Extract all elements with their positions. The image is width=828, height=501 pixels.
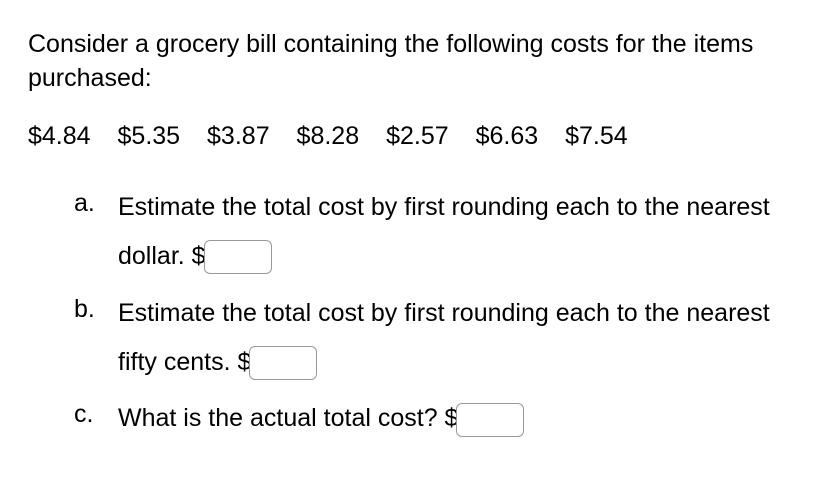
price-item: $4.84 (28, 122, 91, 150)
question-label: b. (74, 289, 118, 327)
question-c: c. What is the actual total cost? $ (74, 394, 796, 443)
answer-input-b[interactable] (249, 346, 317, 380)
price-item: $3.87 (207, 122, 270, 150)
price-item: $6.63 (476, 122, 539, 150)
question-label: a. (74, 183, 118, 221)
question-label: c. (74, 394, 118, 432)
question-body: What is the actual total cost? $ (118, 394, 796, 443)
exercise-page: Consider a grocery bill containing the f… (0, 0, 828, 479)
intro-text: Consider a grocery bill containing the f… (28, 28, 796, 96)
answer-input-c[interactable] (456, 403, 524, 437)
answer-input-a[interactable] (204, 240, 272, 274)
question-body: Estimate the total cost by first roundin… (118, 183, 796, 281)
price-item: $5.35 (118, 122, 181, 150)
question-a: a. Estimate the total cost by first roun… (74, 183, 796, 281)
question-list: a. Estimate the total cost by first roun… (28, 183, 796, 443)
price-item: $2.57 (386, 122, 449, 150)
question-text: What is the actual total cost? $ (118, 404, 458, 432)
question-text: Estimate the total cost by first roundin… (118, 299, 770, 376)
question-body: Estimate the total cost by first roundin… (118, 289, 796, 387)
price-item: $8.28 (297, 122, 360, 150)
price-item: $7.54 (565, 122, 628, 150)
question-b: b. Estimate the total cost by first roun… (74, 289, 796, 387)
price-list: $4.84 $5.35 $3.87 $8.28 $2.57 $6.63 $7.5… (28, 120, 796, 154)
